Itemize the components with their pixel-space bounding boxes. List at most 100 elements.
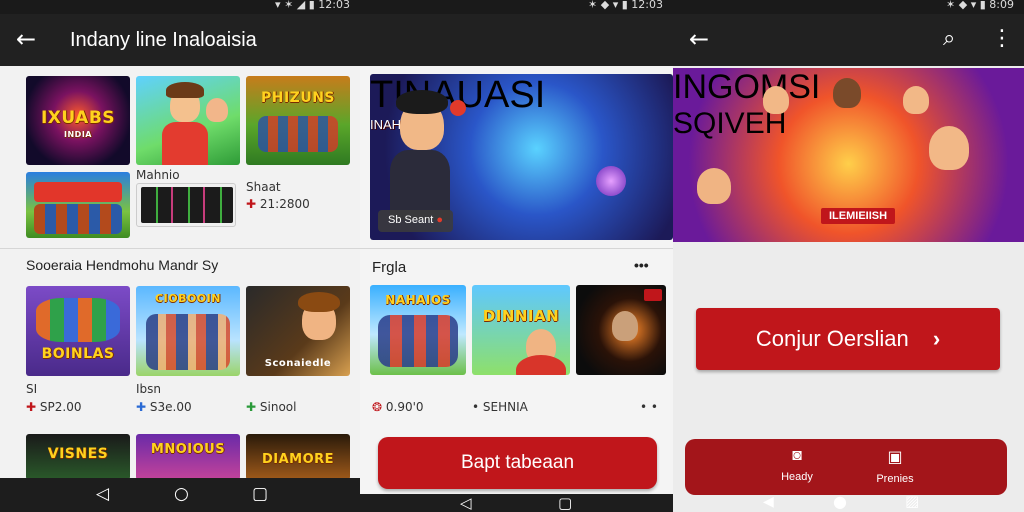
character-head <box>697 168 731 204</box>
panel-game-detail: ✶ ◆ ▾ ▮ 12:03 TINAUASI INAHEAU Sb Seant … <box>360 0 673 512</box>
price-label: ✚ 21:2800 <box>246 197 310 211</box>
game-thumbnail[interactable]: BOINLAS <box>26 286 130 376</box>
small-label: Mahnio <box>136 168 180 182</box>
system-nav-bar: ◁ ○ ▢ <box>0 478 360 512</box>
nav-recents-icon[interactable]: ▢ <box>252 484 268 504</box>
game-thumbnail[interactable]: MNOIOUS <box>136 434 240 480</box>
game-thumbnail[interactable]: VISNES <box>26 434 130 480</box>
bottom-action-bar: ◙ Heady ▣ Prenies <box>685 439 1007 495</box>
divider <box>360 248 673 249</box>
row-label: SI <box>26 382 38 396</box>
section-title: Frgla <box>372 259 407 276</box>
section-title: Sooeraia Hendmohu Mandr Sy <box>26 257 219 273</box>
page-title: Indany line Inaloaisia <box>70 29 257 51</box>
price-label: ❂ 0.90'0 <box>372 400 424 414</box>
price-label: ✚ SP2.00 <box>26 400 82 414</box>
back-arrow-icon[interactable]: ← <box>16 27 36 51</box>
system-nav-bar: ◁ ▢ <box>360 494 673 512</box>
game-thumbnail[interactable] <box>26 172 130 238</box>
character-group <box>378 315 458 367</box>
nav-back-icon[interactable]: ◁ <box>460 494 472 512</box>
game-thumbnail[interactable] <box>136 183 236 227</box>
character-head <box>833 78 861 108</box>
status-bar: ✶ ◆ ▾ ▮ 12:03 <box>360 0 673 14</box>
panel-store-grid: ▾ ✶ ◢ ▮ 12:03 ← Indany line Inaloaisia I… <box>0 0 360 512</box>
thumbnail-caption: VISNES <box>47 446 109 462</box>
character-body <box>516 355 566 375</box>
game-thumbnail[interactable]: CIOBOOIN <box>136 286 240 376</box>
game-thumbnail[interactable]: DINNIAN <box>472 285 570 375</box>
status-time: 12:03 <box>631 0 663 11</box>
character-group <box>34 204 122 234</box>
photo-icon: ▣ <box>887 449 903 466</box>
thumbnail-caption: BOINLAS <box>41 346 115 362</box>
primary-action-button[interactable]: Bapt tabeaan <box>378 437 657 489</box>
character-head <box>903 86 929 114</box>
character-hair <box>166 82 204 98</box>
bottom-item[interactable]: ◙ Heady <box>767 447 827 483</box>
tag-label: • • <box>640 400 658 414</box>
game-thumbnail[interactable]: DIAMORE <box>246 434 350 480</box>
badge <box>644 289 662 301</box>
nav-home-icon[interactable]: ● <box>833 492 847 511</box>
status-time: 8:09 <box>989 0 1014 11</box>
game-thumbnail[interactable] <box>136 76 240 165</box>
character-group <box>36 298 120 342</box>
app-bar: ← ⌕ ⋮ <box>673 14 1024 66</box>
button-label: Conjur Oerslian <box>755 326 909 351</box>
thumbnail-caption: DIAMORE <box>261 452 335 467</box>
thumbnail-caption: PHIZUNS <box>260 90 335 106</box>
small-label: Shaat <box>246 180 281 194</box>
status-time: 12:03 <box>318 0 350 11</box>
price-label: ✚ S3e.00 <box>136 400 192 414</box>
bottom-item-label: Prenies <box>876 473 914 485</box>
bottom-item-label: Heady <box>781 471 813 483</box>
search-icon[interactable]: ⌕ <box>943 27 955 51</box>
thumbnail-caption: DINNIAN <box>482 307 560 325</box>
nav-recents-icon[interactable]: ▨ <box>905 492 919 510</box>
record-dot-icon: ● <box>436 214 443 226</box>
nav-home-icon[interactable]: ○ <box>174 484 189 504</box>
thumbnail-caption: IXUABS <box>40 108 116 128</box>
panel-game-launch: ✶ ◆ ▾ ▮ 8:09 ← ⌕ ⋮ INGOMSI SQIVEH ILEMIE… <box>673 0 1024 512</box>
nav-back-icon[interactable]: ◀ <box>763 494 774 510</box>
row-label: Ibsn <box>136 382 162 396</box>
character-head <box>763 86 789 114</box>
game-thumbnail[interactable]: NAHAIOS <box>370 285 466 375</box>
nav-back-icon[interactable]: ◁ <box>96 484 109 504</box>
tag-label: • SEHNIA <box>472 400 528 414</box>
game-thumbnail[interactable] <box>576 285 666 375</box>
ball-icon <box>450 100 466 116</box>
status-bar: ▾ ✶ ◢ ▮ 12:03 <box>0 0 360 14</box>
hero-banner[interactable]: TINAUASI INAHEAU Sb Seant ● <box>370 74 673 240</box>
primary-action-button[interactable]: Conjur Oerslian › <box>696 308 1000 370</box>
character-hair <box>298 292 340 312</box>
price-label: ✚ Sinool <box>246 400 297 414</box>
character-head <box>929 126 969 170</box>
thumbnail-caption: Sconaiedle <box>264 358 332 369</box>
character-body <box>162 122 208 165</box>
chevron-right-icon: › <box>932 326 941 351</box>
back-arrow-icon[interactable]: ← <box>689 27 709 51</box>
character-hair <box>396 90 448 114</box>
character-group <box>146 314 230 370</box>
more-menu-icon[interactable]: ••• <box>634 257 649 273</box>
thumbnail-caption: CIOBOOIN <box>155 292 221 305</box>
character-head <box>206 98 228 122</box>
game-thumbnail[interactable]: Sconaiedle <box>246 286 350 376</box>
game-thumbnail[interactable]: IXUABS INDIA <box>26 76 130 165</box>
nav-recents-icon[interactable]: ▢ <box>558 494 572 512</box>
app-bar: ← Indany line Inaloaisia <box>0 14 360 66</box>
bottom-item[interactable]: ▣ Prenies <box>865 447 925 485</box>
hero-chip[interactable]: Sb Seant ● <box>378 210 453 232</box>
status-bar: ✶ ◆ ▾ ▮ 8:09 <box>673 0 1024 14</box>
title-banner <box>34 182 122 202</box>
character-row <box>141 187 233 223</box>
game-thumbnail[interactable]: PHIZUNS <box>246 76 350 165</box>
hero-subtitle: SQIVEH <box>673 107 787 140</box>
hero-badge: ILEMIEIISH <box>821 208 896 224</box>
hero-banner[interactable]: INGOMSI SQIVEH ILEMIEIISH <box>673 68 1024 242</box>
character-group <box>258 116 338 152</box>
divider <box>0 248 360 249</box>
overflow-menu-icon[interactable]: ⋮ <box>991 27 1013 51</box>
